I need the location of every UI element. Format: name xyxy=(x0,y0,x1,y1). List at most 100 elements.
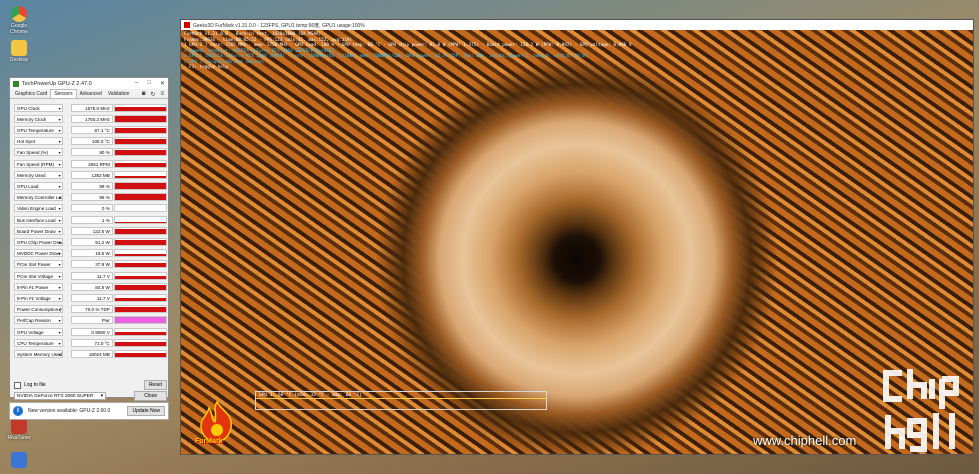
sensor-name[interactable]: GPU Chip Power Draw ▾ xyxy=(14,237,63,246)
sensor-graph xyxy=(113,226,168,235)
sensor-name[interactable]: PCIe Slot Voltage ▾ xyxy=(14,271,63,280)
sensor-name[interactable]: PerfCap Reason ▾ xyxy=(14,316,63,325)
sensor-graph-fill xyxy=(114,240,167,245)
chrome-desktop-icon[interactable]: Google Chrome xyxy=(4,6,34,35)
sensor-graph xyxy=(113,282,168,291)
folder-desktop-icon[interactable]: Desktop xyxy=(4,40,34,63)
desktop-icon-label: Desktop xyxy=(9,57,29,63)
sensor-graph xyxy=(113,338,168,347)
gpu-select-value: NVIDIA GeForce RTX 2060 SUPER xyxy=(17,394,94,399)
sensor-graph-fill xyxy=(114,275,167,279)
close-icon[interactable]: ✕ xyxy=(160,80,165,87)
info-icon: i xyxy=(13,406,23,416)
tab-sensors[interactable]: Sensors xyxy=(50,89,77,98)
camera-icon[interactable]: ◙ xyxy=(142,91,146,98)
refresh-icon[interactable]: ↻ xyxy=(150,91,155,98)
sensor-graph xyxy=(113,293,168,302)
gpuz-titlebar[interactable]: TechPowerUp GPU-Z 2.47.0 – □ ✕ xyxy=(10,78,168,89)
sensor-row: 8-Pin #1 Power ▾ 84.5 W xyxy=(14,282,168,291)
sensor-value: 1750.2 MHz xyxy=(70,114,113,123)
chevron-down-icon: ▾ xyxy=(58,262,61,268)
gpuz-desktop-icon[interactable] xyxy=(4,452,34,469)
sensor-name[interactable]: Memory Used ▾ xyxy=(14,170,63,179)
menu-icon[interactable]: ≡ xyxy=(160,91,164,98)
sensor-graph-fill xyxy=(114,162,167,167)
sensor-name[interactable]: GPU Voltage ▾ xyxy=(14,327,63,336)
sensor-row: MVDDC Power Draw ▾ 19.6 W xyxy=(14,249,168,258)
sensor-row: Board Power Draw ▾ 122.5 W xyxy=(14,226,168,235)
close-button[interactable]: Close xyxy=(134,391,167,401)
sensor-value: 105.0 °C xyxy=(70,137,113,146)
chevron-down-icon: ▾ xyxy=(58,105,61,111)
sensor-row: Fan Speed (RPM) ▾ 2651 RPM xyxy=(14,159,168,168)
reset-button[interactable]: Reset xyxy=(143,380,167,390)
chevron-down-icon: ▾ xyxy=(58,295,61,301)
sensor-value: 1 % xyxy=(70,215,113,224)
chevron-down-icon: ▾ xyxy=(58,329,61,335)
app-desktop-icon[interactable]: RivaTuner xyxy=(4,418,34,441)
sensor-graph xyxy=(113,215,168,224)
sensor-graph-fill xyxy=(114,228,167,234)
sensor-name[interactable]: PCIe Slot Power ▾ xyxy=(14,260,63,269)
furmark-logo-text: FurMark xyxy=(195,438,223,445)
sensor-value: 37.9 W xyxy=(70,260,113,269)
sensor-value: 11.7 V xyxy=(70,293,113,302)
gpuz-icon xyxy=(11,452,27,468)
sensor-row: Fan Speed (%) ▾ 80 % xyxy=(14,148,168,157)
minimize-icon[interactable]: – xyxy=(135,80,138,87)
tab-graphics-card[interactable]: Graphics Card xyxy=(12,90,50,98)
sensor-graph xyxy=(113,305,168,314)
furmark-titlebar[interactable]: Geeks3D FurMark v1.31.0.0 - 123FPS, GPU1… xyxy=(181,20,973,30)
chevron-down-icon: ▾ xyxy=(58,127,61,133)
sensor-row: PCIe Slot Power ▾ 37.9 W xyxy=(14,260,168,269)
sensor-value: 0 % xyxy=(70,204,113,213)
sensor-name[interactable]: Memory Controller Load ▾ xyxy=(14,193,63,202)
sensor-graph xyxy=(113,114,168,123)
tab-advanced[interactable]: Advanced xyxy=(77,90,105,98)
sensor-name[interactable]: Fan Speed (%) ▾ xyxy=(14,148,63,157)
sensor-name[interactable]: Fan Speed (RPM) ▾ xyxy=(14,159,63,168)
sensor-value: 19.6 W xyxy=(70,249,113,258)
sensor-graph xyxy=(113,103,168,112)
sensor-row: Video Engine Load ▾ 0 % xyxy=(14,204,168,213)
sensor-name[interactable]: Board Power Draw ▾ xyxy=(14,226,63,235)
update-message: New version available: GPU-Z 2.60.0 xyxy=(28,408,111,414)
sensor-name[interactable]: Video Engine Load ▾ xyxy=(14,204,63,213)
gpu-select[interactable]: NVIDIA GeForce RTX 2060 SUPER ▾ xyxy=(14,392,106,400)
sensor-name[interactable]: 8-Pin #1 Voltage ▾ xyxy=(14,293,63,302)
sensor-graph-fill xyxy=(114,341,167,346)
sensor-name[interactable]: System Memory Used ▾ xyxy=(14,349,63,358)
folder-icon xyxy=(11,40,27,56)
log-to-file-checkbox[interactable] xyxy=(14,381,21,389)
log-row: Log to file Reset xyxy=(14,380,167,390)
sensor-name[interactable]: Hot Spot ▾ xyxy=(14,137,63,146)
sensor-name[interactable]: 8-Pin #1 Power ▾ xyxy=(14,282,63,291)
sensor-row: GPU Clock ▾ 1575.0 MHz xyxy=(14,103,168,112)
sensor-row: PCIe Slot Voltage ▾ 11.7 V xyxy=(14,271,168,280)
sensor-name[interactable]: CPU Temperature ▾ xyxy=(14,338,63,347)
desktop-icon-label: Google Chrome xyxy=(10,23,28,35)
chevron-down-icon: ▾ xyxy=(58,284,61,290)
sensor-row: Bus Interface Load ▾ 1 % xyxy=(14,215,168,224)
sensor-name[interactable]: Power Consumption (%) ▾ xyxy=(14,305,63,314)
sensor-value: 99 % xyxy=(70,181,113,190)
maximize-icon[interactable]: □ xyxy=(147,80,151,87)
gpu-temp-graph: GPU 1: 66 °C (min: 33 °C - max: 66 °C) xyxy=(255,391,547,410)
tab-validation[interactable]: Validation xyxy=(105,90,133,98)
sensor-name[interactable]: GPU Load ▾ xyxy=(14,181,63,190)
sensor-row: GPU Temperature ▾ 67.1 °C xyxy=(14,125,168,134)
sensor-name[interactable]: MVDDC Power Draw ▾ xyxy=(14,249,63,258)
update-notification: i New version available: GPU-Z 2.60.0 Up… xyxy=(9,402,169,420)
update-now-button[interactable]: Update Now xyxy=(127,406,165,416)
sensor-name[interactable]: GPU Temperature ▾ xyxy=(14,125,63,134)
sensor-value: 70.0 % TDP xyxy=(70,305,113,314)
sensor-value: 71.0 °C xyxy=(70,338,113,347)
sensor-name[interactable]: Bus Interface Load ▾ xyxy=(14,215,63,224)
sensor-row: CPU Temperature ▾ 71.0 °C xyxy=(14,338,168,347)
sensor-row: Power Consumption (%) ▾ 70.0 % TDP xyxy=(14,305,168,314)
sensor-name[interactable]: GPU Clock ▾ xyxy=(14,103,63,112)
sensor-graph xyxy=(113,349,168,358)
sensor-name[interactable]: Memory Clock ▾ xyxy=(14,114,63,123)
sensor-graph xyxy=(113,271,168,280)
sensor-graph-fill xyxy=(114,116,167,122)
